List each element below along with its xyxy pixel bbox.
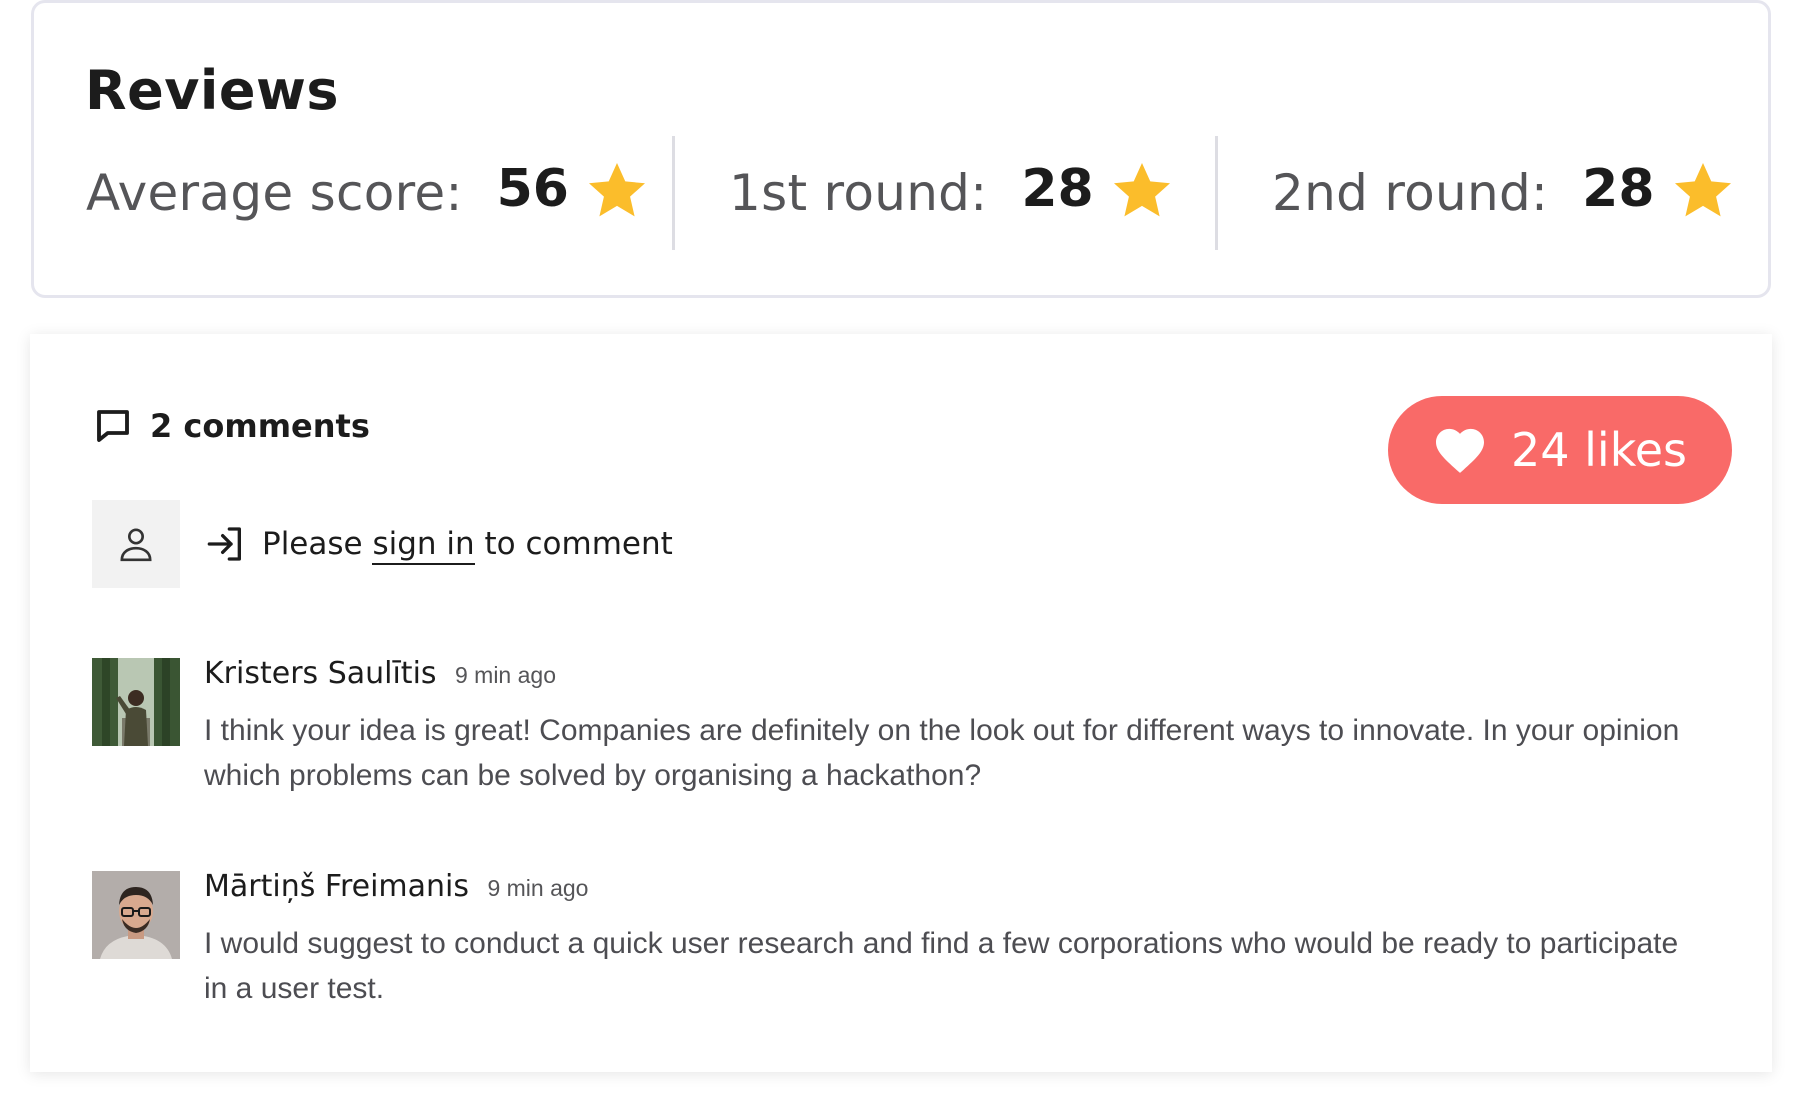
star-icon [1669, 159, 1737, 223]
comment-meta: Kristers Saulītis 9 min ago [204, 656, 556, 691]
comments-card: 2 comments 24 likes Please sign in to co… [30, 334, 1772, 1072]
score-value: 56 [496, 159, 569, 219]
score-label: 2nd round: [1272, 164, 1549, 222]
avatar[interactable] [92, 871, 180, 959]
signin-text: Please sign in to comment [262, 526, 673, 565]
second-round-score: 2nd round: 28 [1272, 143, 1737, 243]
like-button[interactable]: 24 likes [1388, 396, 1732, 504]
comment-meta: Mārtiņš Freimanis 9 min ago [204, 869, 588, 904]
comments-count: 2 comments [150, 407, 370, 445]
avatar[interactable] [92, 658, 180, 746]
reviews-card: Reviews Average score: 56 1st round: 28 … [31, 0, 1771, 298]
comment-text: I think your idea is great! Companies ar… [204, 714, 1680, 792]
score-label: 1st round: [729, 164, 988, 222]
score-value: 28 [1582, 159, 1655, 219]
chat-bubble-icon [92, 405, 134, 447]
score-divider [672, 136, 675, 250]
score-divider [1215, 136, 1218, 250]
star-icon [1108, 159, 1176, 223]
reviews-title: Reviews [85, 59, 340, 122]
signin-suffix: to comment [484, 526, 673, 562]
user-icon [116, 524, 156, 564]
comment-author[interactable]: Mārtiņš Freimanis [204, 869, 469, 904]
score-value: 28 [1021, 159, 1094, 219]
comment-timestamp: 9 min ago [487, 875, 589, 901]
signin-prompt: Please sign in to comment [92, 500, 673, 588]
sign-in-link[interactable]: sign in [372, 526, 475, 565]
comment-text: I would suggest to conduct a quick user … [204, 927, 1679, 1005]
sign-in-icon[interactable] [206, 524, 246, 564]
comment-author[interactable]: Kristers Saulītis [204, 656, 437, 691]
avatar-placeholder [92, 500, 180, 588]
heart-icon [1433, 426, 1487, 474]
first-round-score: 1st round: 28 [729, 143, 1176, 243]
star-icon [583, 159, 651, 223]
comments-header: 2 comments [92, 396, 370, 456]
average-score: Average score: 56 [86, 143, 651, 243]
likes-count: 24 likes [1511, 423, 1687, 477]
score-label: Average score: [86, 164, 463, 222]
signin-prefix: Please [262, 526, 363, 562]
comment-timestamp: 9 min ago [454, 662, 556, 688]
